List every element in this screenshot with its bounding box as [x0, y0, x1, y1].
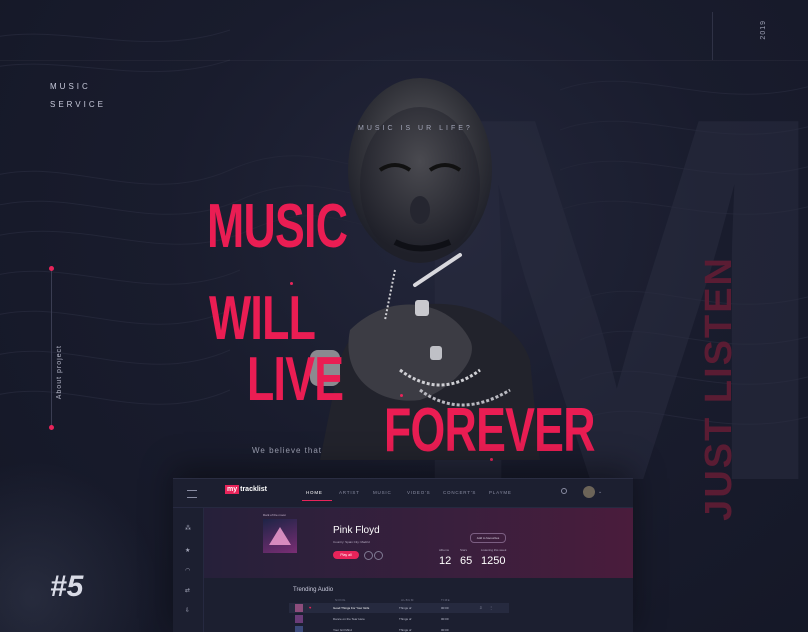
- track-album: Things of: [399, 617, 412, 621]
- chevron-down-icon[interactable]: ⌄: [598, 489, 602, 495]
- nav-concerts[interactable]: CONCERT'S: [443, 490, 476, 495]
- nav-artist[interactable]: ARTIST: [339, 490, 360, 495]
- equalizer-icon[interactable]: ⇄: [185, 587, 190, 594]
- tagline: MUSIC IS UR LIFE?: [358, 125, 473, 132]
- trending-title: Trending Audio: [293, 587, 334, 593]
- track-time: 00:00: [441, 617, 449, 621]
- stat-value-listening: 1250: [481, 555, 506, 567]
- about-line: [51, 270, 52, 430]
- headline-word-will: WILL: [209, 284, 316, 353]
- brand-label: MUSIC SERVICE: [50, 78, 106, 114]
- brand-line-2: SERVICE: [50, 100, 106, 109]
- prism-icon: [269, 527, 291, 545]
- headline-word-live: LIVE: [247, 345, 344, 414]
- column-song: SONG: [335, 598, 346, 602]
- track-time: 00:00: [441, 628, 449, 632]
- user-avatar[interactable]: [583, 486, 595, 498]
- star-icon[interactable]: ★: [185, 547, 190, 554]
- track-time: 00:00: [441, 606, 449, 610]
- nav-home[interactable]: HOME: [306, 490, 323, 495]
- stat-label-albums: Albums: [439, 548, 450, 552]
- table-row[interactable]: ♥ Good Things For Your Girls Things of 0…: [289, 603, 509, 613]
- accent-dot: [400, 394, 403, 397]
- poster-canvas: M MUSIC SERVICE 2019 About project MUSIC…: [0, 0, 808, 632]
- headline-word-forever: FOREVER: [384, 396, 595, 465]
- app-mockup-window: my tracklist HOME ARTIST MUSIC VIDEO'S CO…: [173, 478, 633, 632]
- table-row[interactable]: Dance on the Tear Here Things of 00:00: [289, 614, 509, 624]
- artist-name: Pink Floyd: [333, 525, 380, 536]
- accent-dot: [490, 458, 493, 461]
- nav-videos[interactable]: VIDEO'S: [407, 490, 430, 495]
- vertical-slogan: JUST LISTEN: [698, 256, 740, 521]
- about-project-link[interactable]: About project: [56, 345, 63, 399]
- more-button[interactable]: [374, 551, 383, 560]
- track-thumbnail: [295, 604, 303, 612]
- add-to-favourites-button[interactable]: Add to favourites: [470, 533, 506, 543]
- believe-caption: We believe that: [252, 446, 322, 455]
- stat-label-stars: Stars: [460, 548, 468, 552]
- track-album: Things of: [399, 628, 412, 632]
- column-album: ALBUM: [401, 598, 414, 602]
- column-time: TIME: [441, 598, 451, 602]
- year-label: 2019: [760, 20, 767, 40]
- headline-word-music: MUSIC: [207, 192, 348, 261]
- brand-line-1: MUSIC: [50, 82, 91, 91]
- about-dot-top: [49, 266, 54, 271]
- menu-icon[interactable]: [187, 490, 197, 498]
- stat-value-albums: 12: [439, 555, 452, 567]
- track-song: Your Girl Mind: [333, 628, 352, 632]
- logo-text: tracklist: [240, 486, 267, 493]
- stat-label-listening: Listening this week: [481, 548, 507, 552]
- about-dot-bottom: [49, 425, 54, 430]
- track-song: Dance on the Tear Here: [333, 617, 365, 621]
- cover-label: Dark of the moon: [263, 513, 287, 517]
- track-song: Good Things For Your Girls: [333, 606, 370, 610]
- headphones-icon[interactable]: ◠: [185, 567, 190, 574]
- track-thumbnail: [295, 615, 303, 623]
- nav-active-indicator: [302, 500, 332, 501]
- heart-icon[interactable]: ♥: [309, 605, 311, 610]
- logo-prefix: my: [225, 485, 240, 494]
- search-icon[interactable]: [561, 488, 567, 494]
- artist-meta: Country: Spain City: Madrid: [333, 540, 370, 544]
- app-logo[interactable]: my tracklist: [225, 485, 267, 494]
- play-all-button[interactable]: Play all: [333, 551, 359, 559]
- table-row[interactable]: Your Girl Mind Things of 00:00: [289, 625, 509, 632]
- shuffle-icon[interactable]: ⁂: [185, 525, 191, 532]
- accent-dot: [290, 282, 293, 285]
- app-sidebar: ⁂ ★ ◠ ⇄ ⇩: [173, 507, 204, 632]
- stat-value-stars: 65: [460, 555, 473, 567]
- download-icon[interactable]: ⇩: [185, 607, 190, 614]
- project-number: #5: [50, 570, 84, 603]
- nav-music[interactable]: MUSIC: [373, 490, 392, 495]
- nav-playme[interactable]: PLAYME: [489, 490, 512, 495]
- track-album: Things of: [399, 606, 412, 610]
- app-top-bar: my tracklist HOME ARTIST MUSIC VIDEO'S CO…: [173, 479, 633, 508]
- like-button[interactable]: [364, 551, 373, 560]
- decorative-smoke: [0, 460, 160, 632]
- track-thumbnail: [295, 626, 303, 632]
- download-icon[interactable]: ⇩: [479, 605, 482, 610]
- more-icon[interactable]: ⋮: [489, 605, 493, 610]
